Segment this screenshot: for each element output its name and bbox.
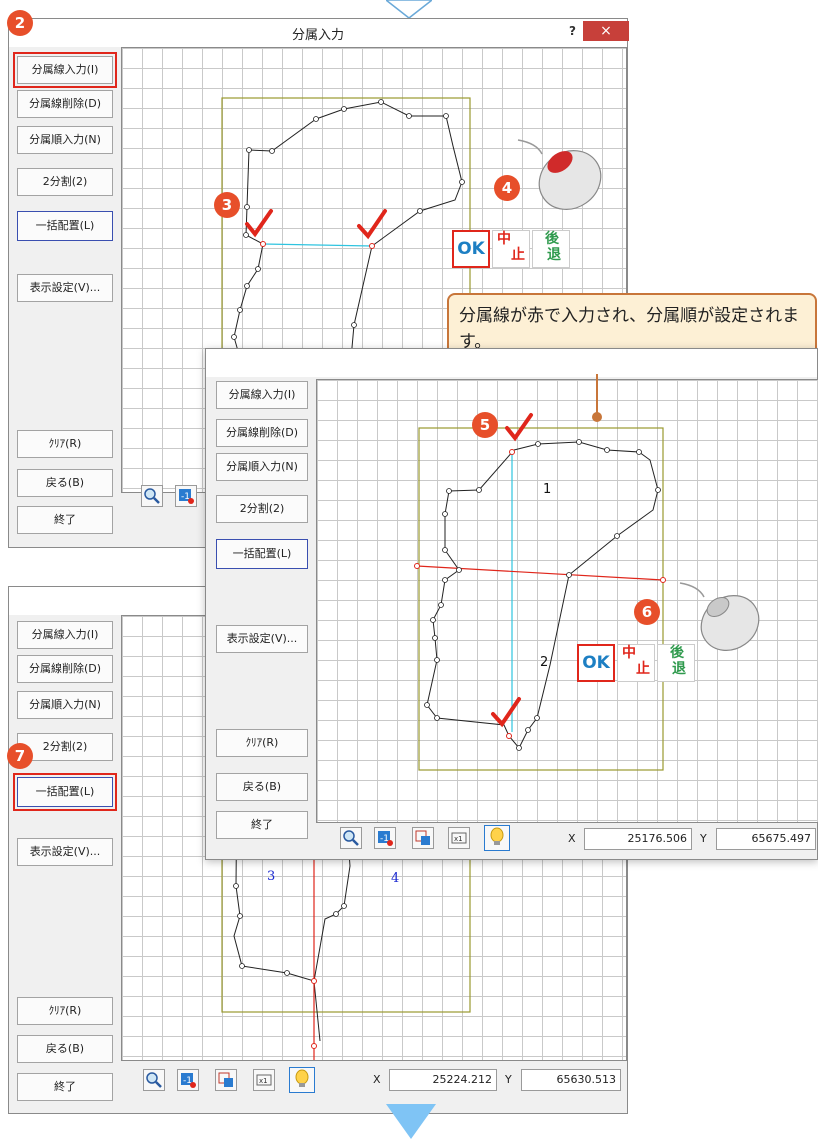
parcel-label-4: 4 — [391, 871, 400, 886]
svg-text:x1: x1 — [454, 835, 463, 843]
check-icon — [357, 209, 387, 240]
line-input-button[interactable]: 分属線入力(I) — [17, 621, 113, 649]
ok-button[interactable]: OK — [452, 230, 490, 268]
display-settings-button[interactable]: 表示設定(V)... — [17, 838, 113, 866]
back-button[interactable]: 戻る(B) — [17, 469, 113, 497]
parcel-label-1: 1 — [543, 482, 552, 497]
x-label: X — [568, 832, 576, 845]
ok-panel: OK 中 止 後 退 — [577, 644, 695, 682]
bulb-icon[interactable] — [484, 825, 510, 851]
ok-panel: OK 中 止 後 退 — [452, 230, 570, 268]
check-icon — [505, 413, 533, 442]
exit-button[interactable]: 終了 — [17, 506, 113, 534]
scale-icon[interactable]: -1 — [175, 485, 197, 507]
split2-button[interactable]: 2分割(2) — [216, 495, 308, 523]
parcel-label-3: 3 — [267, 869, 276, 884]
highlight-box — [13, 773, 117, 811]
step-badge-3: 3 — [214, 192, 240, 218]
zoom-icon[interactable] — [141, 485, 163, 507]
clear-button[interactable]: ｸﾘｱ(R) — [17, 997, 113, 1025]
line-input-button[interactable]: 分属線入力(I) — [216, 381, 308, 409]
title-bar: 分属入力 ? × — [9, 19, 629, 47]
mouse-icon — [679, 582, 760, 651]
check-icon — [245, 209, 273, 238]
undo-label-top: 後 — [545, 231, 559, 247]
undo-button[interactable]: 後 退 — [532, 230, 570, 268]
line-delete-button[interactable]: 分属線削除(D) — [216, 419, 308, 447]
window-title: 分属入力 — [291, 28, 344, 43]
display-settings-button[interactable]: 表示設定(V)... — [17, 274, 113, 302]
stop-label-bottom: 止 — [636, 661, 650, 677]
step-badge-2: 2 — [7, 10, 33, 36]
undo-label-bottom: 退 — [547, 247, 561, 263]
stop-label-top: 中 — [622, 645, 636, 661]
y-value: 65675.497 — [716, 828, 816, 850]
svg-text:x1: x1 — [259, 1077, 268, 1085]
order-input-button[interactable]: 分属順入力(N) — [17, 126, 113, 154]
check-icon — [491, 697, 521, 728]
x-value: 25224.212 — [389, 1069, 497, 1091]
highlight-box — [13, 52, 117, 88]
title-bar — [206, 349, 817, 377]
bulk-place-button[interactable]: 一括配置(L) — [17, 211, 113, 241]
order-input-button[interactable]: 分属順入力(N) — [216, 453, 308, 481]
flow-arrow-bottom-icon — [386, 1104, 436, 1139]
y-label: Y — [700, 832, 707, 845]
zoom-icon[interactable] — [143, 1069, 165, 1091]
x-value: 25176.506 — [584, 828, 692, 850]
fit-icon[interactable]: x1 — [253, 1069, 275, 1091]
fit-icon[interactable]: x1 — [448, 827, 470, 849]
step-badge-6: 6 — [634, 599, 660, 625]
ok-button[interactable]: OK — [577, 644, 615, 682]
callout-connector — [592, 374, 602, 422]
exit-button[interactable]: 終了 — [17, 1073, 113, 1101]
order-input-button[interactable]: 分属順入力(N) — [17, 691, 113, 719]
line-delete-button[interactable]: 分属線削除(D) — [17, 655, 113, 683]
move-icon[interactable] — [215, 1069, 237, 1091]
line-delete-button[interactable]: 分属線削除(D) — [17, 90, 113, 118]
undo-button[interactable]: 後 退 — [657, 644, 695, 682]
flow-arrow-top-icon — [386, 0, 432, 19]
clear-button[interactable]: ｸﾘｱ(R) — [216, 729, 308, 757]
y-label: Y — [505, 1073, 512, 1086]
x-label: X — [373, 1073, 381, 1086]
step-badge-7: 7 — [7, 743, 33, 769]
undo-label-bottom: 退 — [672, 661, 686, 677]
back-button[interactable]: 戻る(B) — [17, 1035, 113, 1063]
help-button[interactable]: ? — [569, 24, 576, 38]
mouse-icon — [517, 139, 602, 210]
stop-label-bottom: 止 — [511, 247, 525, 263]
display-settings-button[interactable]: 表示設定(V)... — [216, 625, 308, 653]
bulk-place-button[interactable]: 一括配置(L) — [216, 539, 308, 569]
bulb-icon[interactable] — [289, 1067, 315, 1093]
parcel-label-2: 2 — [540, 655, 549, 670]
move-icon[interactable] — [412, 827, 434, 849]
exit-button[interactable]: 終了 — [216, 811, 308, 839]
zoom-icon[interactable] — [340, 827, 362, 849]
stop-button[interactable]: 中 止 — [617, 644, 655, 682]
back-button[interactable]: 戻る(B) — [216, 773, 308, 801]
scale-icon[interactable]: -1 — [374, 827, 396, 849]
scale-icon[interactable]: -1 — [177, 1069, 199, 1091]
close-button[interactable]: × — [583, 21, 629, 41]
y-value: 65630.513 — [521, 1069, 621, 1091]
step-badge-5: 5 — [472, 412, 498, 438]
clear-button[interactable]: ｸﾘｱ(R) — [17, 430, 113, 458]
stop-label-top: 中 — [497, 231, 511, 247]
split2-button[interactable]: 2分割(2) — [17, 168, 113, 196]
undo-label-top: 後 — [670, 645, 684, 661]
stop-button[interactable]: 中 止 — [492, 230, 530, 268]
